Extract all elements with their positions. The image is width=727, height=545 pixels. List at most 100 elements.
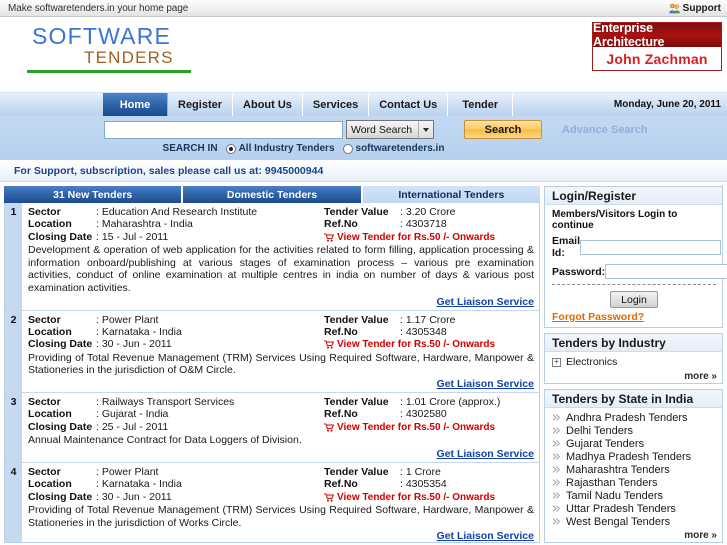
double-chevron-right-icon [552, 439, 561, 448]
support-label: Support [682, 2, 721, 14]
login-button[interactable]: Login [610, 291, 658, 308]
password-label: Password: [552, 265, 606, 278]
state-label: Andhra Pradesh Tenders [566, 411, 688, 424]
advance-search-link[interactable]: Advance Search [562, 124, 648, 136]
state-label: Delhi Tenders [566, 424, 634, 437]
industry-item-label: Electronics [566, 356, 618, 368]
view-tender-label: View Tender for Rs.50 /- Onwards [337, 491, 496, 503]
get-liaison-service-link[interactable]: Get Liaison Service [28, 378, 534, 390]
state-label: Tamil Nadu Tenders [566, 489, 664, 502]
view-tender-link[interactable]: View Tender for Rs.50 /- Onwards [324, 492, 534, 503]
table-row[interactable]: 4 Sector: Power Plant Location: Karnatak… [5, 462, 539, 542]
get-liaison-service-link[interactable]: Get Liaison Service [28, 530, 534, 542]
plus-expand-icon[interactable]: + [552, 357, 561, 367]
get-liaison-service-link[interactable]: Get Liaison Service [28, 448, 534, 460]
login-panel-title: Login/Register [545, 187, 722, 205]
get-liaison-service-link[interactable]: Get Liaison Service [28, 296, 534, 308]
value-closing-date: : 15 - Jul - 2011 [96, 230, 169, 243]
login-panel-body: Members/Visitors Login to continue Email… [545, 205, 727, 327]
label-location: Location [28, 326, 72, 338]
nav-item-about-us[interactable]: About Us [233, 93, 303, 116]
view-tender-link[interactable]: View Tender for Rs.50 /- Onwards [324, 232, 534, 243]
state-label: Madhya Pradesh Tenders [566, 450, 692, 463]
tenders-column: 31 New Tenders Domestic Tenders Internat… [4, 186, 540, 543]
list-item[interactable]: Uttar Pradesh Tenders [552, 502, 716, 515]
login-hint: Members/Visitors Login to continue [552, 209, 678, 231]
chevron-down-icon[interactable] [418, 121, 433, 138]
tender-description: Providing of Total Revenue Management (T… [28, 351, 534, 377]
state-label: West Bengal Tenders [566, 515, 671, 528]
tab-domestic-tenders[interactable]: Domestic Tenders [183, 186, 363, 203]
list-item[interactable]: Maharashtra Tenders [552, 463, 716, 476]
site-logo[interactable]: SOFTWARE TENDERS [24, 23, 324, 73]
password-field[interactable] [605, 264, 727, 279]
tenders-by-state-panel: Tenders by State in India Andhra Pradesh… [544, 389, 723, 543]
tender-index: 1 [5, 203, 22, 310]
tab-new-tenders[interactable]: 31 New Tenders [4, 186, 184, 203]
search-in-label: SEARCH IN [162, 143, 218, 154]
view-tender-link[interactable]: View Tender for Rs.50 /- Onwards [324, 422, 534, 433]
list-item[interactable]: Andhra Pradesh Tenders [552, 411, 716, 424]
search-button[interactable]: Search [464, 120, 542, 139]
tender-fields-right: Tender Value: 1 Crore Ref.No: 4305354 Vi… [324, 466, 534, 503]
current-date: Monday, June 20, 2011 [613, 99, 721, 110]
shopping-cart-icon [324, 340, 335, 350]
radio-softwaretenders-label: softwaretenders.in [355, 143, 445, 154]
list-item[interactable]: Madhya Pradesh Tenders [552, 450, 716, 463]
list-item[interactable]: Rajasthan Tenders [552, 476, 716, 489]
value-location: : Gujarat - India [96, 408, 169, 421]
list-item[interactable]: Gujarat Tenders [552, 437, 716, 450]
value-location: : Karnataka - India [96, 478, 182, 491]
make-homepage-link[interactable]: Make softwaretenders.in your home page [8, 3, 188, 14]
states-more-link[interactable]: more » [545, 528, 722, 542]
industry-panel-title: Tenders by Industry [545, 334, 722, 352]
states-panel-title: Tenders by State in India [545, 390, 722, 408]
main-navigation: Home Register About Us Services Contact … [0, 92, 727, 116]
industry-item-electronics[interactable]: + Electronics [552, 355, 716, 369]
table-row[interactable]: 3 Sector: Railways Transport Services Lo… [5, 393, 539, 463]
nav-item-contact-us[interactable]: Contact Us [369, 93, 449, 116]
email-field[interactable] [580, 239, 722, 255]
nav-item-home[interactable]: Home [103, 93, 168, 116]
value-tender-value: : 1.01 Crore (approx.) [400, 396, 501, 408]
table-row[interactable]: 1 Sector: Education And Research Institu… [5, 203, 539, 311]
forgot-password-link[interactable]: Forgot Password? [552, 311, 716, 323]
nav-item-tender[interactable]: Tender [448, 93, 514, 116]
value-closing-date: : 30 - Jun - 2011 [96, 490, 172, 503]
content-area: 31 New Tenders Domestic Tenders Internat… [0, 182, 727, 545]
value-ref-no: : 4302580 [400, 408, 447, 421]
nav-item-register[interactable]: Register [168, 93, 234, 116]
tender-body: Sector: Railways Transport Services Loca… [22, 393, 539, 462]
support-people-icon [669, 3, 680, 14]
double-chevron-right-icon [552, 491, 561, 500]
double-chevron-right-icon [552, 517, 561, 526]
banner-john-zachman: John Zachman [593, 47, 721, 70]
sidebar: Login/Register Members/Visitors Login to… [544, 186, 727, 545]
list-item[interactable]: Tamil Nadu Tenders [552, 489, 716, 502]
support-link[interactable]: Support [669, 3, 721, 14]
view-tender-link[interactable]: View Tender for Rs.50 /- Onwards [324, 339, 534, 350]
value-location: : Karnataka - India [96, 326, 182, 338]
radio-all-industry-tenders[interactable] [225, 143, 236, 154]
state-label: Rajasthan Tenders [566, 476, 658, 489]
tender-fields-left: Sector: Power Plant Location: Karnataka … [28, 466, 324, 503]
tender-fields-right: Tender Value: 1.17 Crore Ref.No: 4305348… [324, 314, 534, 351]
login-register-panel: Login/Register Members/Visitors Login to… [544, 186, 727, 328]
tenders-by-industry-panel: Tenders by Industry + Electronics more » [544, 333, 723, 384]
list-item[interactable]: West Bengal Tenders [552, 515, 716, 528]
label-location: Location [28, 218, 72, 231]
zachman-banner-ad[interactable]: Enterprise Architecture John Zachman [592, 22, 722, 71]
logo-line-software: SOFTWARE [32, 23, 172, 49]
tender-index: 3 [5, 393, 22, 462]
industry-more-link[interactable]: more » [545, 369, 722, 383]
search-type-select[interactable]: Word Search [346, 120, 434, 139]
value-ref-no: : 4305354 [400, 478, 447, 491]
radio-softwaretenders-in[interactable] [342, 143, 353, 154]
tab-international-tenders[interactable]: International Tenders [362, 186, 540, 203]
table-row[interactable]: 2 Sector: Power Plant Location: Karnatak… [5, 310, 539, 393]
search-input[interactable] [104, 120, 343, 139]
state-label: Gujarat Tenders [566, 437, 645, 450]
nav-item-services[interactable]: Services [303, 93, 370, 116]
tender-index: 4 [5, 462, 22, 542]
list-item[interactable]: Delhi Tenders [552, 424, 716, 437]
